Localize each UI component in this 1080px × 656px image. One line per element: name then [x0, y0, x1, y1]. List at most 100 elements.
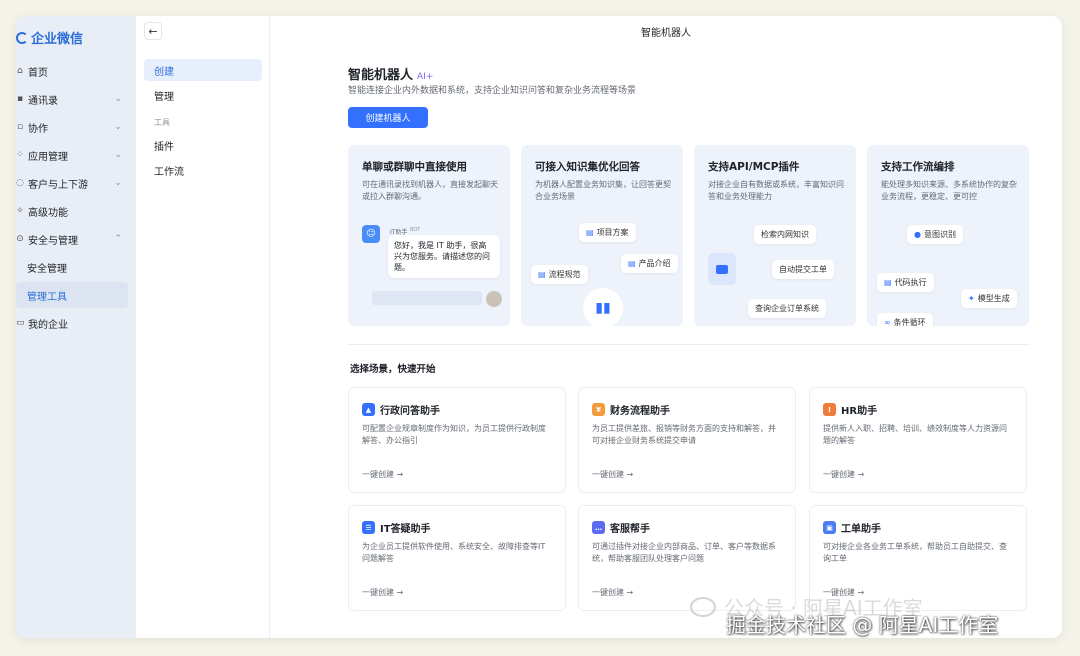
scene-desc: 可配置企业规章制度作为知识，为员工提供行政制度解答、办公指引: [362, 424, 546, 445]
workflow-pill: ▤ 代码执行: [877, 273, 934, 292]
scene-card-it[interactable]: ☰ IT答疑助手 为企业员工提供软件使用、系统安全、故障排查等IT问题解答 一键创…: [348, 505, 566, 611]
credit-watermark: 掘金技术社区 @ 阿星AI工作室: [726, 613, 999, 637]
feature-card-knowledge: 可接入知识集优化回答 为机器人配置业务知识集，让回答更契合业务场景 ▤ 项目方案 …: [521, 145, 683, 326]
code-icon: ▤: [884, 278, 892, 287]
bot-avatar-icon: ☺: [362, 225, 380, 243]
subnav-create[interactable]: 创建: [144, 59, 262, 81]
sparkle-icon: ✦: [968, 294, 975, 303]
chevron-down-icon: ⌄: [114, 122, 122, 132]
ai-tag: AI+: [417, 72, 434, 82]
intent-icon: ●: [914, 230, 921, 239]
sidebar-item-my-company[interactable]: ▭ 我的企业: [16, 310, 128, 336]
sidebar-item-apps[interactable]: ⁘ 应用管理 ⌄: [16, 142, 128, 168]
window-title: 智能机器人: [641, 28, 691, 39]
finance-icon: ¥: [592, 403, 605, 416]
wecom-logo-icon: [16, 31, 28, 44]
scene-title: 工单助手: [841, 524, 881, 535]
bot-badge: BOT: [410, 227, 421, 233]
scene-title: 行政问答助手: [380, 406, 440, 417]
apps-icon: ⁘: [16, 150, 24, 160]
sidebar-item-advanced[interactable]: ✧ 高级功能: [16, 198, 128, 224]
doc-icon: ▤: [586, 228, 594, 237]
feature-card-chat: 单聊或群聊中直接使用 可在通讯录找到机器人，直接发起聊天或拉入群聊沟通。 ☺ I…: [348, 145, 510, 326]
ticket-icon: ▣: [823, 521, 836, 534]
chevron-up-icon: ⌃: [114, 234, 122, 244]
customer-icon: ◌: [16, 178, 24, 188]
logo-text: 企业微信: [31, 32, 84, 47]
chevron-down-icon: ⌄: [114, 150, 122, 160]
sidebar-item-label: 应用管理: [28, 151, 68, 163]
it-icon: ☰: [362, 521, 375, 534]
feature-title: 支持API/MCP插件: [708, 161, 800, 173]
page-title: 智能机器人 AI+: [348, 64, 433, 83]
scene-desc: 提供新人入职、招聘、培训、绩效制度等人力资源问题的解答: [823, 424, 1007, 445]
sidebar-item-security[interactable]: ⊙ 安全与管理 ⌃: [16, 226, 128, 252]
page-title-text: 智能机器人: [348, 68, 414, 83]
main-content: 智能机器人 智能机器人 AI+ 智能连接企业内外数据和系统，支持企业知识问答和复…: [270, 16, 1062, 638]
knowledge-pill: ▤ 产品介绍: [621, 254, 678, 273]
sidebar-item-label: 高级功能: [28, 207, 68, 219]
subnav-workflow[interactable]: 工作流: [144, 159, 262, 181]
quick-create-link[interactable]: 一键创建 →: [823, 469, 864, 480]
sidebar-item-collab[interactable]: ▫ 协作 ⌄: [16, 114, 128, 140]
workflow-pill: ∞ 条件循环: [877, 313, 933, 326]
sidebar-item-label: 通讯录: [28, 95, 58, 107]
subnav-group-tools: 工具: [154, 118, 170, 127]
plugin-pill: 检索内网知识: [754, 225, 816, 244]
sidebar-item-label: 客户与上下游: [28, 179, 88, 191]
scene-card-admin-qa[interactable]: ▲ 行政问答助手 可配置企业规章制度作为知识，为员工提供行政制度解答、办公指引 一…: [348, 387, 566, 493]
contacts-icon: ▪: [16, 94, 24, 104]
feature-title: 可接入知识集优化回答: [535, 161, 640, 173]
plugin-icon: [708, 253, 736, 285]
scene-card-finance[interactable]: ¥ 财务流程助手 为员工提供差旅、报销等财务方面的支持和解答，并可对接企业财务系统…: [578, 387, 796, 493]
doc-icon: ▤: [538, 270, 546, 279]
plugin-pill: 查询企业订单系统: [748, 299, 826, 318]
sidebar-item-label: 协作: [28, 123, 48, 135]
subnav-plugins[interactable]: 插件: [144, 134, 262, 156]
advanced-icon: ✧: [16, 206, 24, 216]
quick-create-link[interactable]: 一键创建 →: [362, 469, 403, 480]
plugin-pill: 自动提交工单: [772, 260, 834, 279]
sidebar-item-admin-tools[interactable]: 管理工具: [16, 282, 128, 308]
feature-desc: 为机器人配置业务知识集，让回答更契合业务场景: [535, 180, 671, 201]
security-icon: ⊙: [16, 234, 24, 244]
sidebar-item-contacts[interactable]: ▪ 通讯录 ⌄: [16, 86, 128, 112]
app-window: 企业微信 ⌂ 首页 ▪ 通讯录 ⌄ ▫ 协作 ⌄ ⁘ 应用管理 ⌄ ◌ 客户与上…: [16, 16, 1062, 638]
feature-desc: 可在通讯录找到机器人，直接发起聊天或拉入群聊沟通。: [362, 180, 498, 201]
quick-create-link[interactable]: 一键创建 →: [362, 587, 403, 598]
quick-create-link[interactable]: 一键创建 →: [592, 587, 633, 598]
scenes-title: 选择场景，快速开始: [350, 364, 436, 375]
scene-desc: 为企业员工提供软件使用、系统安全、故障排查等IT问题解答: [362, 542, 546, 563]
quick-create-link[interactable]: 一键创建 →: [592, 469, 633, 480]
subnav-manage[interactable]: 管理: [144, 84, 262, 106]
chat-input-illustration: [372, 291, 482, 305]
scene-card-hr[interactable]: ! HR助手 提供新人入职、招聘、培训、绩效制度等人力资源问题的解答 一键创建 →: [809, 387, 1027, 493]
feature-title: 支持工作流编排: [881, 161, 955, 173]
user-avatar: [486, 291, 502, 307]
scene-title: 财务流程助手: [610, 406, 670, 417]
feature-desc: 能处理多知识来源、多系统协作的复杂业务流程，更稳定、更可控: [881, 180, 1017, 201]
divider: [348, 344, 1030, 345]
admin-qa-icon: ▲: [362, 403, 375, 416]
sidebar-item-home[interactable]: ⌂ 首页: [16, 58, 128, 84]
sidebar-item-customers[interactable]: ◌ 客户与上下游 ⌄: [16, 170, 128, 196]
wecom-logo[interactable]: 企业微信: [16, 28, 83, 47]
home-icon: ⌂: [17, 66, 23, 76]
book-icon: ▮▮: [583, 288, 623, 326]
sidebar-item-security-admin[interactable]: 安全管理: [16, 254, 128, 280]
robot-subnav: ← 创建 管理 工具 插件 工作流: [136, 16, 270, 638]
chevron-down-icon: ⌄: [114, 178, 122, 188]
scene-title: 客服帮手: [610, 524, 650, 535]
scene-title: HR助手: [841, 406, 878, 417]
company-icon: ▭: [16, 318, 25, 328]
feature-card-plugin: 支持API/MCP插件 对接企业自有数据或系统，丰富知识问答和业务处理能力 检索…: [694, 145, 856, 326]
scene-desc: 为员工提供差旅、报销等财务方面的支持和解答，并可对接企业财务系统提交申请: [592, 424, 776, 445]
scene-title: IT答疑助手: [380, 524, 431, 535]
sidebar-item-label: 安全与管理: [28, 235, 78, 247]
service-icon: …: [592, 521, 605, 534]
sidebar-item-label: 管理工具: [27, 291, 67, 303]
knowledge-pill: ▤ 流程规范: [531, 265, 588, 284]
back-button[interactable]: ←: [144, 22, 162, 40]
create-robot-button[interactable]: 创建机器人: [348, 107, 428, 128]
collab-icon: ▫: [16, 122, 24, 132]
